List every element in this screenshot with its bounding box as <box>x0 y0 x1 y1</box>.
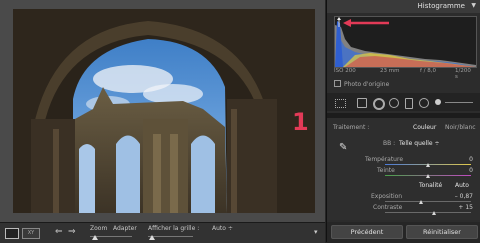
wb-select[interactable]: Telle quelle ÷ <box>399 140 440 147</box>
temperature-value[interactable]: 0 <box>469 156 473 163</box>
original-photo-label: Photo d'origine <box>344 81 390 88</box>
tool-strip <box>327 93 480 111</box>
histogram-graph <box>334 16 477 68</box>
auto-tone-button[interactable]: Auto <box>455 182 469 189</box>
iso-value: ISO 200 <box>334 68 356 74</box>
contraste-slider-thumb[interactable] <box>431 211 436 215</box>
original-photo-toggle[interactable]: Photo d'origine <box>334 80 389 88</box>
chevron-down-icon[interactable]: ▾ <box>314 228 318 236</box>
spot-removal-icon[interactable] <box>373 98 385 110</box>
treatment-bw-option[interactable]: Noir/blanc <box>445 124 476 131</box>
collapse-triangle-icon[interactable]: ▼ <box>471 2 476 9</box>
photo-viewer: 1 <box>0 0 325 222</box>
adapter-label[interactable]: Adapter <box>113 225 137 232</box>
compare-view-icon[interactable]: XY <box>22 228 40 239</box>
previous-button[interactable]: Précédent <box>331 225 403 239</box>
brush-slider[interactable] <box>445 102 473 103</box>
grid-overlay-icon[interactable] <box>335 99 346 108</box>
focal-length: 23 mm <box>380 68 400 74</box>
exposition-label: Exposition <box>371 193 403 200</box>
original-photo-checkbox[interactable] <box>334 80 341 87</box>
crop-icon[interactable] <box>357 98 367 108</box>
zoom-label: Zoom <box>90 225 108 232</box>
develop-panel: Histogramme ▼ ISO 200 23 mm f / 8,0 1/20… <box>326 0 480 242</box>
camera-info: ISO 200 23 mm f / 8,0 1/200 s <box>334 68 475 80</box>
grid-value-select[interactable]: Auto ÷ <box>212 225 233 232</box>
bottom-buttons: Précédent Réinitialiser <box>327 222 480 242</box>
exposition-slider-thumb[interactable] <box>419 200 424 204</box>
wb-label: BB : <box>383 140 396 147</box>
reset-button[interactable]: Réinitialiser <box>406 225 478 239</box>
brush-icon[interactable] <box>435 99 441 105</box>
red-eye-icon[interactable] <box>389 98 399 108</box>
loupe-view-icon[interactable] <box>5 228 19 239</box>
grid-slider-thumb[interactable] <box>149 235 155 240</box>
histogram-header[interactable]: Histogramme ▼ <box>327 0 480 13</box>
grid-label: Afficher la grille : <box>148 225 200 232</box>
treatment-color-option[interactable]: Couleur <box>413 124 436 131</box>
traitement-label: Traitement : <box>333 124 370 131</box>
contraste-slider-track[interactable] <box>385 212 471 213</box>
temperature-label: Température <box>365 156 404 163</box>
exposition-slider-track[interactable] <box>385 201 471 202</box>
arrow-left-icon[interactable]: ⇐ <box>55 227 63 237</box>
photo <box>13 9 315 213</box>
contraste-value[interactable]: + 15 <box>458 204 473 211</box>
radial-filter-icon[interactable] <box>419 98 429 108</box>
histogram-title: Histogramme <box>417 2 465 10</box>
zoom-slider-thumb[interactable] <box>92 235 98 240</box>
photo-image <box>13 9 315 213</box>
histogram-svg <box>335 17 476 67</box>
annotation-number: 1 <box>292 108 309 136</box>
eyedropper-icon[interactable]: ✎ <box>339 142 347 153</box>
graduated-filter-icon[interactable] <box>405 98 413 109</box>
teinte-value[interactable]: 0 <box>469 167 473 174</box>
exposition-value[interactable]: – 0,87 <box>455 193 473 200</box>
basic-settings: Traitement : Couleur Noir/blanc ✎ BB : T… <box>327 118 480 220</box>
aperture-value: f / 8,0 <box>420 68 437 74</box>
bottom-toolbar: XY ⇐ ⇒ Zoom Adapter Afficher la grille :… <box>0 222 325 243</box>
tonalite-label: Tonalité <box>419 182 443 189</box>
teinte-label: Teinte <box>377 167 395 174</box>
contraste-label: Contraste <box>373 204 403 211</box>
temperature-slider-thumb[interactable] <box>425 163 430 167</box>
teinte-slider-thumb[interactable] <box>425 174 430 178</box>
shutter-speed: 1/200 s <box>455 68 471 80</box>
arrow-right-icon[interactable]: ⇒ <box>68 227 76 237</box>
